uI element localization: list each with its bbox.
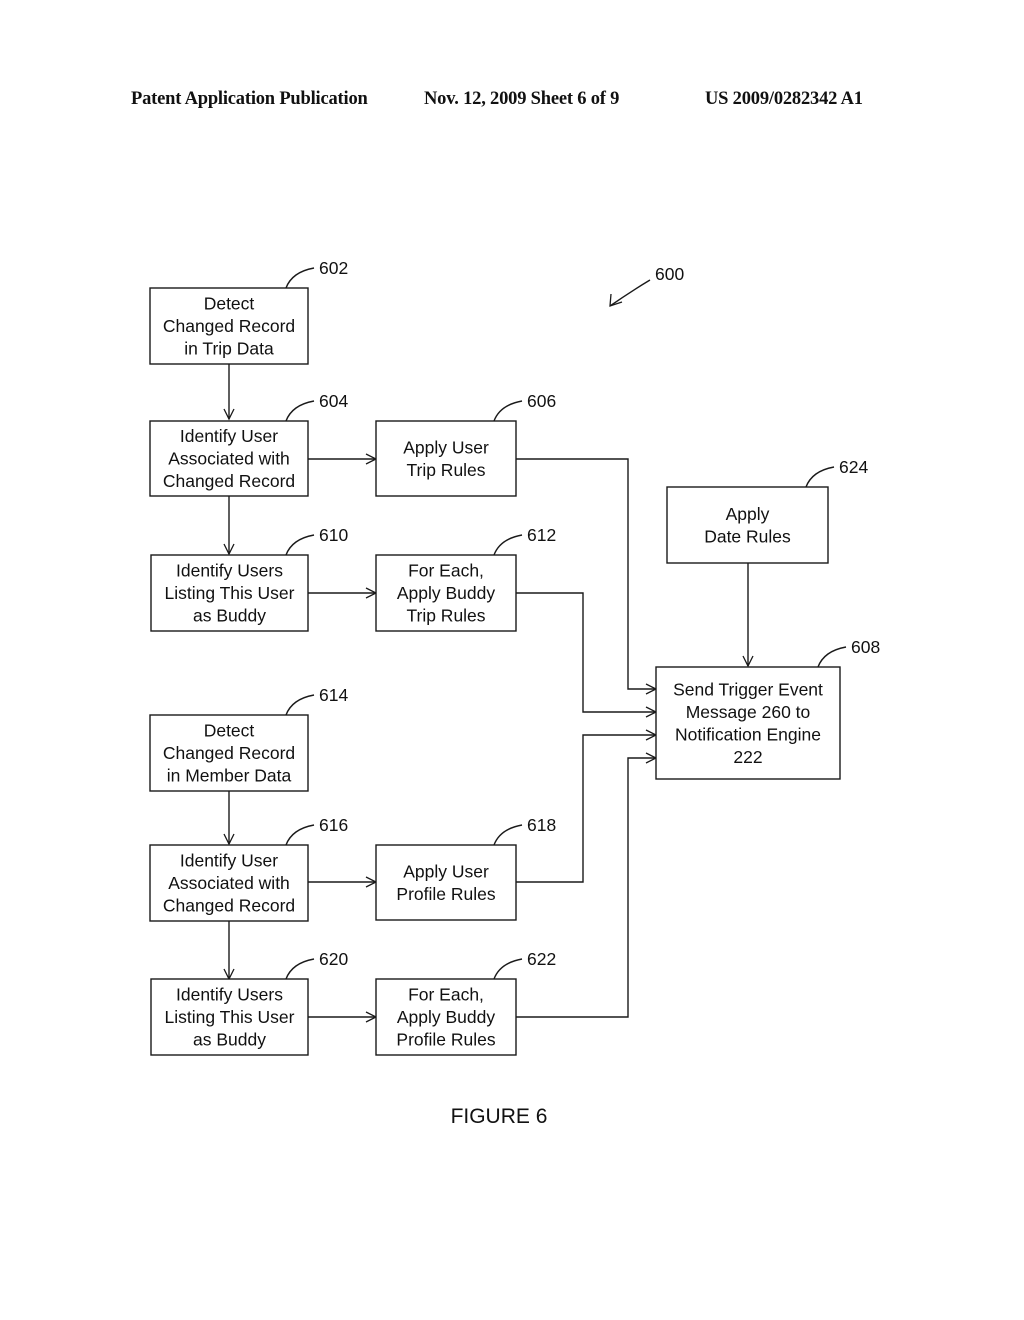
node-label-line: Apply User — [403, 437, 489, 457]
node-label-line: Trip Rules — [406, 460, 485, 480]
node-620-identify-buddies: Identify UsersListing This User as Buddy 6… — [150, 949, 348, 1056]
ref-number: 616 — [319, 815, 348, 835]
node-label-line: For Each, — [408, 561, 484, 581]
node-616-identify-user: Identify UserAssociated with Changed Reco… — [149, 815, 348, 922]
ref-leader — [285, 824, 315, 846]
node-624-apply-date-rules: ApplyDate Rules 624 — [666, 457, 868, 564]
node-604-identify-user: Identify User Associated withChanged Reco… — [149, 391, 348, 497]
ref-number: 602 — [319, 258, 348, 278]
node-label-line: Changed Record — [163, 471, 295, 491]
node-618-apply-user-profile-rules: Apply User Profile Rules 618 — [375, 815, 556, 921]
node-label-line: Notification Engine — [675, 724, 821, 744]
node-612-apply-buddy-trip-rules: For Each,Apply Buddy Trip Rules 612 — [375, 525, 556, 632]
node-label-line: 222 — [733, 747, 762, 767]
node-label-line: Date Rules — [704, 526, 791, 546]
edge-612-608 — [516, 592, 656, 713]
node-label-line: Profile Rules — [396, 884, 495, 904]
ref-leader — [285, 694, 315, 716]
figure-ref-label: 600 — [655, 264, 684, 284]
node-label-line: Apply — [726, 504, 770, 524]
ref-number: 620 — [319, 949, 348, 969]
ref-number: 606 — [527, 391, 556, 411]
node-622-apply-buddy-profile-rules: For Each,Apply Buddy Profile Rules 622 — [375, 949, 556, 1056]
ref-leader — [493, 534, 523, 556]
node-label-line: Changed Record — [163, 316, 295, 336]
node-label-line: Apply Buddy — [397, 583, 496, 603]
node-label-line: Message 260 to — [686, 702, 811, 722]
node-label-line: Associated with — [168, 873, 290, 893]
node-label-line: Identify Users — [176, 985, 283, 1005]
ref-number: 614 — [319, 685, 348, 705]
node-label-line: Detect — [204, 721, 255, 741]
node-label-line: as Buddy — [193, 606, 266, 626]
ref-number: 610 — [319, 525, 348, 545]
node-label-line: Identify User — [180, 426, 278, 446]
node-label-line: Apply User — [403, 861, 489, 881]
node-label-line: Profile Rules — [396, 1030, 495, 1050]
ref-leader — [285, 534, 315, 556]
edge-618-608 — [516, 734, 656, 883]
ref-number: 608 — [851, 637, 880, 657]
node-610-identify-buddies: Identify UsersListing This User as Buddy 6… — [150, 525, 348, 632]
edge-622-608 — [516, 757, 656, 1018]
figure-ref-600: 600 — [609, 264, 684, 307]
node-box — [666, 486, 829, 564]
node-label-line: in Member Data — [167, 766, 292, 786]
edge-606-608 — [516, 458, 656, 690]
node-label-line: in Trip Data — [184, 339, 274, 359]
ref-leader — [805, 466, 835, 488]
node-label-line: Apply Buddy — [397, 1007, 496, 1027]
node-box — [375, 844, 517, 921]
ref-leader — [493, 824, 523, 846]
node-606-apply-user-trip-rules: Apply User Trip Rules 606 — [375, 391, 556, 497]
ref-number: 618 — [527, 815, 556, 835]
node-602-detect-trip-change: DetectChanged Record in Trip Data 602 — [149, 258, 348, 365]
node-label-line: For Each, — [408, 985, 484, 1005]
node-label-line: Changed Record — [163, 896, 295, 916]
node-label-line: Send Trigger Event — [673, 679, 823, 699]
ref-leader — [493, 400, 523, 422]
node-label-line: Detect — [204, 294, 255, 314]
ref-leader — [285, 267, 315, 289]
ref-number: 612 — [527, 525, 556, 545]
ref-leader — [285, 400, 315, 422]
ref-number: 624 — [839, 457, 868, 477]
ref-leader — [817, 646, 847, 668]
node-label-line: Listing This User — [164, 583, 294, 603]
node-label-line: Identify Users — [176, 561, 283, 581]
node-label-line: Identify User — [180, 851, 278, 871]
node-608-send-trigger-event: Send Trigger Event Message 260 toNotifica… — [655, 637, 880, 780]
ref-leader — [285, 958, 315, 980]
node-label-line: Associated with — [168, 449, 290, 469]
figure-caption: FIGURE 6 — [451, 1105, 548, 1128]
node-614-detect-member-change: DetectChanged Record in Member Data 614 — [149, 685, 348, 792]
flowchart: 600 DetectChanged Recordin Trip Data602 … — [149, 258, 880, 1128]
node-label-line: Trip Rules — [406, 606, 485, 626]
ref-number: 622 — [527, 949, 556, 969]
node-box — [375, 420, 517, 497]
node-label-line: as Buddy — [193, 1030, 266, 1050]
node-label-line: Changed Record — [163, 743, 295, 763]
node-label-line: Listing This User — [164, 1007, 294, 1027]
ref-leader — [493, 958, 523, 980]
figure-ref-arrow — [609, 279, 651, 307]
ref-number: 604 — [319, 391, 348, 411]
